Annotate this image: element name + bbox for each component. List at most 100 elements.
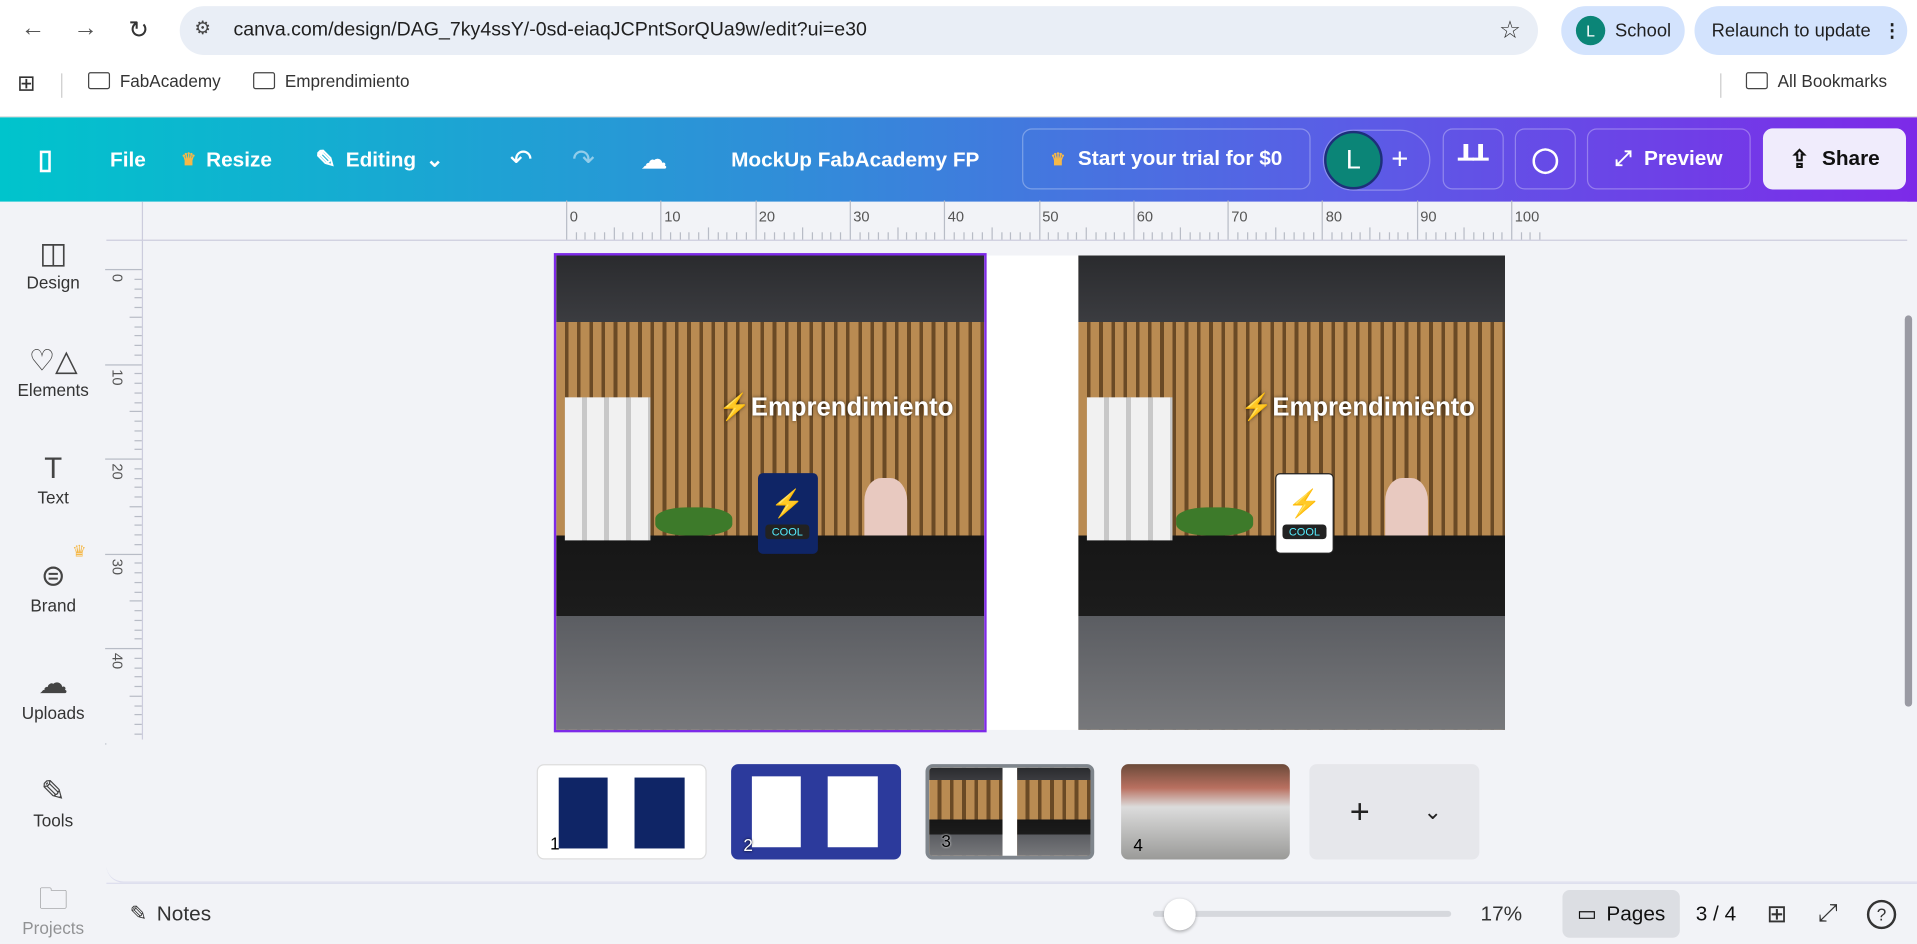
profile-button[interactable]: L School (1561, 6, 1685, 56)
undo-icon[interactable]: ↶ (510, 117, 533, 201)
canvas-page-right[interactable]: ⚡Emprendimiento ⚡ COOL (1078, 255, 1505, 730)
ruler-tick (877, 232, 880, 240)
site-info-icon[interactable]: ⚙ (194, 17, 210, 39)
ruler-tick (953, 232, 955, 240)
redo-icon[interactable]: ↷ (572, 117, 595, 201)
ruler-tick (134, 496, 142, 498)
ruler-tick (134, 562, 142, 564)
comment-icon[interactable]: ◯ (1514, 128, 1576, 190)
ruler-tick (962, 232, 965, 240)
relaunch-button[interactable]: Relaunch to update ⋮ (1694, 6, 1908, 56)
sidebar-item-elements[interactable]: ♡△ Elements (0, 344, 106, 400)
all-bookmarks[interactable]: All Bookmarks (1745, 71, 1887, 90)
add-collaborator-icon[interactable]: + (1391, 117, 1408, 201)
horizontal-ruler: 0 10 20 30 40 50 60 70 80 90 100 (143, 200, 1908, 241)
page-thumbnail-1[interactable]: 1 (536, 764, 707, 860)
sidebar-item-design[interactable]: ◫ Design (0, 236, 106, 292)
footer-bar: ✎ Notes 17% ▭ Pages 3 / 4 ⊞ ⤢ ? (106, 882, 1917, 944)
zoom-level[interactable]: 17% (1481, 884, 1523, 944)
ruler-tick (1066, 232, 1069, 240)
ruler-tick (1019, 232, 1021, 240)
bookmark-emprendimiento[interactable]: Emprendimiento (253, 71, 409, 90)
ruler-tick (1463, 227, 1466, 240)
page-number: 3 (941, 831, 951, 851)
insights-icon[interactable]: ┸┸ (1442, 128, 1504, 190)
add-page-button[interactable]: + ⌄ (1309, 764, 1480, 860)
ruler-tick (1161, 232, 1163, 240)
ruler-tick (134, 401, 142, 403)
sidebar-label: Tools (33, 810, 74, 831)
sidebar-item-tools[interactable]: ✎ Tools (0, 774, 106, 830)
ruler-tick (105, 458, 142, 460)
ruler-tick (792, 232, 795, 240)
ruler-tick (1218, 232, 1220, 240)
ruler-tick (566, 200, 568, 240)
share-button[interactable]: ⇪ Share (1762, 128, 1907, 190)
more-icon[interactable]: ⋮ (1883, 20, 1901, 42)
design-title[interactable]: MockUp FabAcademy FP (731, 117, 979, 201)
address-bar[interactable]: ⚙ canva.com/design/DAG_7ky4ssY/-0sd-eiaq… (179, 6, 1539, 56)
forward-icon[interactable]: → (73, 15, 97, 43)
ruler-tick (783, 232, 785, 240)
editing-dropdown[interactable]: ✎ Editing ⌄ (315, 117, 443, 201)
page-thumbnail-4[interactable]: 4 (1121, 764, 1290, 860)
mockup-card[interactable]: ⚡ COOL (1274, 473, 1335, 555)
back-icon[interactable]: ← (21, 15, 45, 43)
ruler-tick (1435, 232, 1437, 240)
user-avatar[interactable]: L (1324, 130, 1383, 190)
ruler-tick (1237, 232, 1239, 240)
ruler-tick (134, 278, 142, 280)
file-menu[interactable]: File (110, 117, 146, 201)
sidebar-item-text[interactable]: T Text (0, 451, 106, 507)
sidebar-label: Brand (30, 595, 77, 615)
crown-icon: ♛ (1050, 148, 1066, 169)
ruler-tick (134, 591, 142, 593)
resize-button[interactable]: ♛ Resize (181, 117, 272, 201)
trial-button[interactable]: ♛ Start your trial for $0 (1022, 128, 1311, 190)
ruler-label: 80 (1325, 207, 1343, 225)
ruler-tick (1284, 232, 1286, 240)
ruler-tick (688, 232, 691, 240)
sidebar-item-brand[interactable]: ⊜ Brand ♛ (0, 542, 106, 615)
notes-button[interactable]: ✎ Notes (130, 884, 212, 944)
design-icon: ◫ (39, 237, 68, 271)
cloud-saved-icon[interactable]: ☁ (641, 117, 668, 201)
file-label: File (110, 147, 146, 171)
bookmark-fabacademy[interactable]: FabAcademy (88, 71, 221, 90)
ruler-tick (736, 232, 738, 240)
ruler-tick (1038, 200, 1040, 240)
ruler-tick (896, 227, 899, 240)
grid-view-icon[interactable]: ⊞ (1767, 884, 1787, 944)
sidebar: ◫ Design ♡△ Elements T Text ⊜ Brand ♛ ☁ Upload… (0, 201, 107, 943)
page-thumbnail-3[interactable]: 3 (925, 764, 1095, 860)
zoom-slider-handle[interactable] (1164, 898, 1197, 931)
ruler-tick (134, 685, 142, 688)
canvas-page-left[interactable]: ⚡Emprendimiento ⚡ COOL (553, 253, 987, 733)
card-label: COOL (1282, 525, 1327, 540)
pages-button[interactable]: ▭ Pages (1562, 890, 1680, 938)
help-button[interactable]: ? (1866, 884, 1897, 944)
ruler-tick (981, 232, 984, 240)
sidebar-item-projects[interactable]: 🗀 Projects (0, 881, 106, 938)
ruler-tick (1501, 232, 1503, 240)
browser-chrome: ← → ↻ ⚙ canva.com/design/DAG_7ky4ssY/-0s… (0, 0, 1917, 118)
star-icon[interactable]: ☆ (1499, 15, 1521, 46)
chevron-down-icon[interactable]: ⌄ (1424, 799, 1442, 825)
sidebar-item-uploads[interactable]: ☁ Uploads (0, 666, 106, 723)
bolt-icon: ⚡ (1287, 488, 1322, 519)
side-panel-icon[interactable]: ▯ (38, 117, 53, 201)
fullscreen-icon[interactable]: ⤢ (1818, 884, 1838, 944)
ruler-tick (134, 572, 142, 574)
ruler-label: 60 (1136, 207, 1154, 225)
ruler-tick (105, 553, 142, 555)
reload-icon[interactable]: ↻ (128, 15, 148, 46)
preview-button[interactable]: ⤢ Preview (1586, 128, 1751, 190)
zoom-slider[interactable] (1152, 910, 1452, 917)
ruler-tick (134, 467, 142, 470)
vertical-scrollbar[interactable] (1904, 315, 1913, 707)
ruler-label: 50 (1042, 207, 1059, 225)
page-thumbnail-2[interactable]: 2 (731, 764, 902, 860)
ruler-tick (134, 344, 142, 346)
apps-icon[interactable]: ⊞ (17, 71, 35, 97)
mockup-card[interactable]: ⚡ COOL (757, 473, 818, 555)
